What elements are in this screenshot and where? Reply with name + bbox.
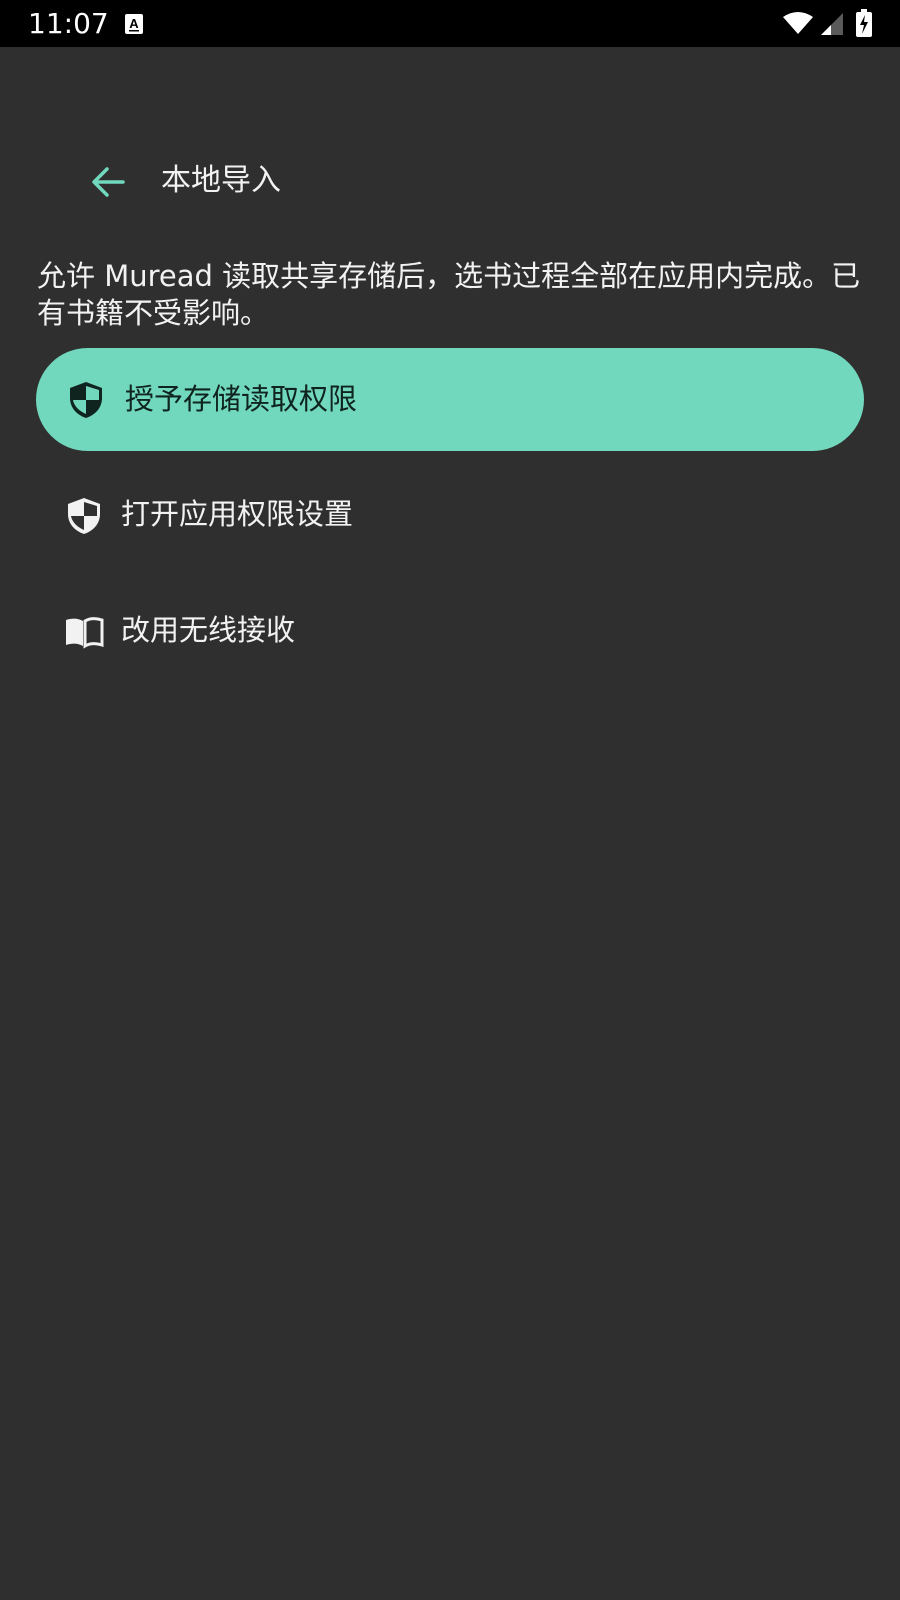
arrow-left-icon: [92, 167, 125, 197]
switch-to-wireless-receive-label: 改用无线接收: [121, 613, 296, 647]
grant-storage-permission-label: 授予存储读取权限: [125, 382, 358, 416]
open-app-permission-settings-label: 打开应用权限设置: [121, 497, 354, 531]
text-a-icon: A: [125, 14, 143, 34]
cell-signal-icon: [821, 13, 843, 35]
status-bar: 11:07 A: [0, 0, 900, 47]
permission-description: 允许 Muread 读取共享存储后，选书过程全部在应用内完成。已有书籍不受影响。: [37, 259, 861, 330]
svg-text:A: A: [129, 16, 139, 31]
back-button[interactable]: [84, 158, 132, 206]
battery-charging-icon: [856, 9, 872, 37]
shield-icon: [70, 382, 102, 418]
book-open-icon: [66, 617, 104, 649]
status-time: 11:07: [28, 7, 109, 40]
switch-to-wireless-receive-button[interactable]: 改用无线接收: [36, 587, 864, 677]
page-title: 本地导入: [161, 163, 281, 198]
grant-storage-permission-button[interactable]: 授予存储读取权限: [36, 348, 864, 451]
open-app-permission-settings-button[interactable]: 打开应用权限设置: [36, 471, 864, 561]
shield-icon: [68, 498, 100, 534]
wifi-icon: [783, 12, 813, 34]
